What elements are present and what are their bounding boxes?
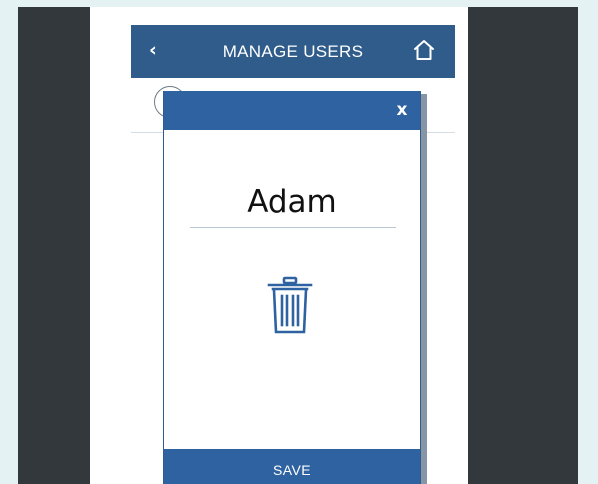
page-title: MANAGE USERS [222,42,364,61]
home-icon[interactable] [411,38,437,62]
user-name-input[interactable]: Adam [164,184,420,220]
edit-user-modal: x Adam SAVE [163,91,421,484]
top-app-bar: ‹ MANAGE USERS [131,25,455,78]
close-icon[interactable]: x [393,100,411,120]
phone-screen: ‹ MANAGE USERS x Adam SAVE [90,7,468,484]
modal-header: x [164,91,420,130]
trash-icon[interactable] [265,275,315,337]
save-button[interactable]: SAVE [164,449,420,484]
name-field-underline [190,227,396,228]
